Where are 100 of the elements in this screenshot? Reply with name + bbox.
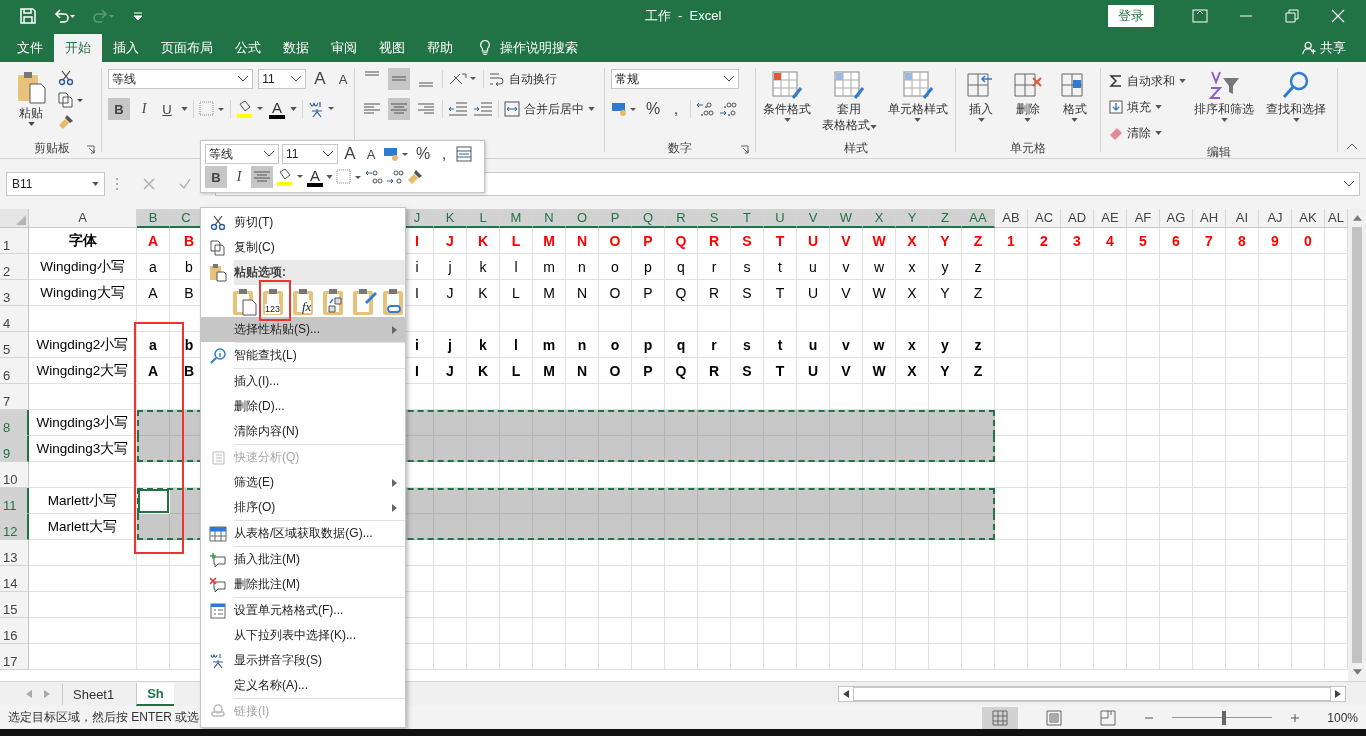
column-header[interactable]: AG [1160,209,1193,228]
column-header[interactable]: A [29,209,137,228]
ribbon-tab[interactable]: 数据 [272,34,320,62]
column-header[interactable]: AF [1127,209,1160,228]
column-header[interactable]: AE [1094,209,1127,228]
shrink-font-button[interactable]: A [362,143,380,165]
column-header[interactable]: AL [1325,209,1348,228]
menu-item[interactable]: 从下拉列表中选择(K)... [201,623,405,648]
column-header[interactable]: AB [995,209,1028,228]
shrink-font-button[interactable]: A [334,68,352,90]
row-header[interactable]: 4 [0,306,29,332]
column-header[interactable]: S [698,209,731,228]
zoom-level[interactable]: 100% [1318,710,1358,725]
column-header[interactable]: AH [1193,209,1226,228]
menu-item[interactable]: 删除批注(M) [201,572,405,597]
editing-large-button[interactable]: 查找和选择 [1262,68,1330,144]
editing-button[interactable]: 自动求和 [1109,70,1186,92]
row-header[interactable]: 9 [0,436,29,462]
row-header[interactable]: 8 [0,410,29,436]
column-header[interactable]: T [731,209,764,228]
ribbon-tab[interactable]: 开始 [54,34,102,62]
row-header[interactable]: 13 [0,540,29,566]
menu-item[interactable]: 筛选(E) [201,470,405,495]
editing-button[interactable]: 清除 [1109,122,1186,144]
percent-button[interactable]: % [414,143,432,165]
column-header[interactable]: M [500,209,533,228]
cells-button[interactable]: 格式 [1055,68,1094,138]
column-header[interactable]: Z [929,209,962,228]
row-header[interactable]: 2 [0,254,29,280]
column-header[interactable]: O [566,209,599,228]
editing-large-button[interactable]: 排序和筛选 [1190,68,1258,144]
column-header[interactable]: P [599,209,632,228]
grow-font-button[interactable]: A [341,143,359,165]
share-button[interactable]: 共享 [1302,34,1346,62]
tell-me-search[interactable]: 操作说明搜索 [500,34,578,62]
column-header[interactable]: L [467,209,500,228]
row-header[interactable]: 6 [0,358,29,384]
number-format-select[interactable]: 常规 [611,69,739,89]
style-button[interactable]: 单元格样式 [883,68,952,138]
column-header[interactable]: W [830,209,863,228]
menu-item[interactable]: 显示拼音字段(S) [201,648,405,673]
column-header[interactable]: Y [896,209,929,228]
merge-center-button[interactable]: 合并后居中 [504,98,595,120]
menu-item[interactable]: 排序(O) [201,495,405,520]
column-header[interactable]: AI [1226,209,1259,228]
sheet-tab[interactable]: Sheet1 [62,683,125,705]
sheet-tab[interactable]: Sh [136,682,174,706]
sign-in-button[interactable]: 登录 [1108,5,1154,27]
column-header[interactable]: N [533,209,566,228]
row-header[interactable]: 17 [0,644,29,670]
underline-button[interactable]: U [158,98,176,120]
font-select[interactable]: 等线 [205,144,279,164]
style-button[interactable]: 套用 表格格式 [818,68,881,138]
percent-button[interactable]: % [644,98,662,120]
row-header[interactable]: 1 [0,228,29,254]
ribbon-tab[interactable]: 审阅 [320,34,368,62]
cells-button[interactable]: 删除 [1009,68,1047,138]
paste-button[interactable]: 粘贴 [12,68,50,138]
menu-item[interactable]: 定义名称(A)... [201,673,405,698]
bold-button[interactable]: B [205,166,227,188]
font-select[interactable]: 等线 [108,69,254,89]
wrap-text-button[interactable]: 自动换行 [489,68,557,90]
row-header[interactable]: 10 [0,462,29,488]
italic-button[interactable]: I [230,166,248,188]
column-header[interactable]: AJ [1259,209,1292,228]
column-header[interactable]: Q [632,209,665,228]
row-header[interactable]: 11 [0,488,29,514]
column-header[interactable]: AD [1061,209,1094,228]
column-header[interactable]: R [665,209,698,228]
menu-item[interactable]: 选择性粘贴(S)... [201,317,405,342]
column-header[interactable]: V [797,209,830,228]
menu-item[interactable]: 插入批注(M) [201,547,405,572]
row-header[interactable]: 15 [0,592,29,618]
editing-button[interactable]: 填充 [1109,96,1186,118]
font-color-button[interactable]: A [269,99,285,119]
menu-item[interactable]: 设置单元格格式(F)... [201,598,405,623]
cells-button[interactable]: 插入 [962,68,1001,138]
bold-button[interactable]: B [108,98,130,120]
column-header[interactable]: AK [1292,209,1325,228]
paste-option-button[interactable]: 123 [261,286,287,316]
font-size-select[interactable]: 11 [258,69,306,89]
menu-item[interactable]: 从表格/区域获取数据(G)... [201,521,405,546]
font-color-button[interactable]: A [307,167,323,187]
font-size-select[interactable]: 11 [282,144,338,164]
row-header[interactable]: 14 [0,566,29,592]
row-header[interactable]: 7 [0,384,29,410]
menu-item[interactable]: 清除内容(N) [201,419,405,444]
column-header[interactable]: K [434,209,467,228]
column-header[interactable]: AC [1028,209,1061,228]
ribbon-tab[interactable]: 页面布局 [150,34,224,62]
menu-item[interactable]: 删除(D)... [201,394,405,419]
comma-button[interactable]: , [667,98,685,120]
row-header[interactable]: 12 [0,514,29,540]
row-header[interactable]: 5 [0,332,29,358]
ribbon-tab[interactable]: 公式 [224,34,272,62]
ribbon-tab[interactable]: 文件 [6,34,54,62]
comma-button[interactable]: , [435,143,453,165]
name-box[interactable]: B11 [6,172,105,196]
column-header[interactable]: X [863,209,896,228]
column-header[interactable]: AA [962,209,995,228]
